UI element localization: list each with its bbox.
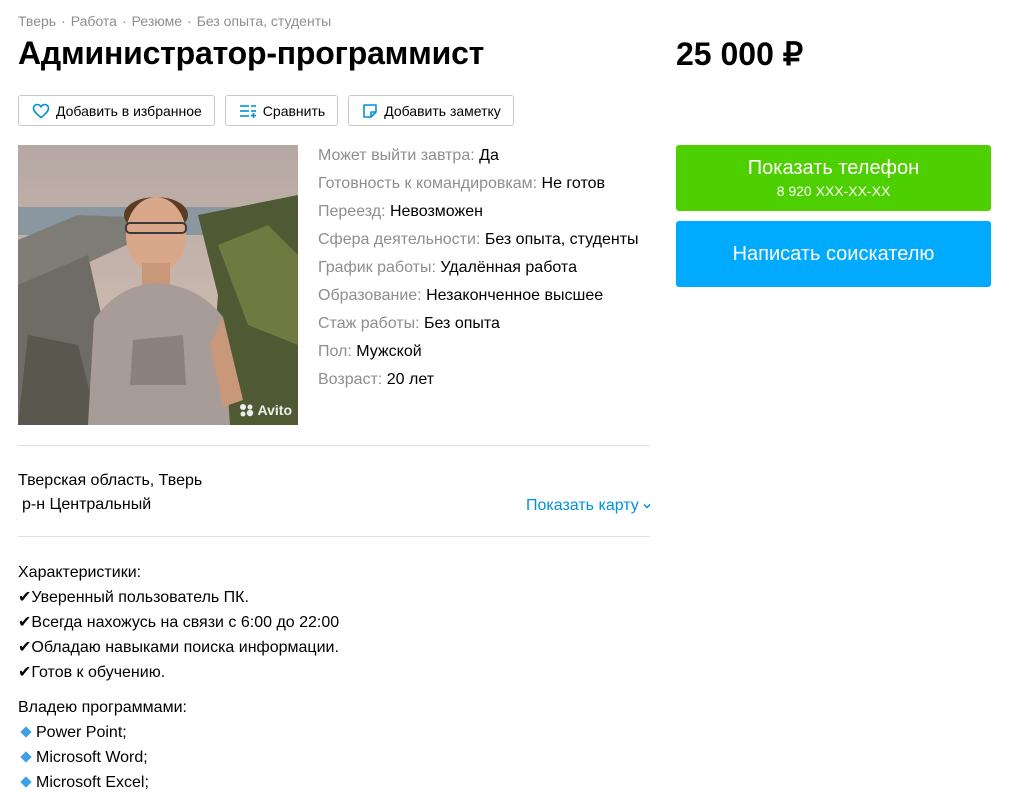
add-note-button[interactable]: Добавить заметку [348, 95, 514, 126]
breadcrumb: Тверь · Работа · Резюме · Без опыта, студен… [18, 13, 331, 29]
skill-text: Уверенный пользователь ПК. [31, 589, 249, 606]
program-text: Microsoft Word; [36, 749, 148, 766]
param-row: Образование: Незаконченное высшее [318, 286, 639, 314]
param-value: Да [479, 147, 499, 164]
breadcrumb-separator: · [61, 13, 66, 29]
breadcrumb-subcategory[interactable]: Резюме [132, 13, 182, 29]
avito-logo-icon [239, 404, 253, 417]
watermark-text: Avito [257, 402, 292, 418]
program-item: Microsoft Excel; [18, 770, 339, 795]
param-key: Стаж работы: [318, 315, 420, 332]
resume-params: Может выйти завтра: Да Готовность к кома… [318, 146, 639, 398]
param-row: График работы: Удалённая работа [318, 258, 639, 286]
param-key: Может выйти завтра: [318, 147, 475, 164]
add-to-favorites-button[interactable]: Добавить в избранное [18, 95, 215, 126]
param-value: Мужской [356, 343, 422, 360]
check-icon: ✔ [18, 589, 32, 606]
skill-item: ✔Готов к обучению. [18, 660, 339, 685]
param-key: Сфера деятельности: [318, 231, 481, 248]
address-block: Тверская область, Тверь р-н Центральный [18, 469, 202, 517]
add-note-label: Добавить заметку [384, 102, 501, 119]
description: Характеристики: ✔Уверенный пользователь … [18, 560, 339, 795]
check-icon: ✔ [18, 639, 32, 656]
param-value: Не готов [541, 175, 605, 192]
param-value: Без опыта, студенты [484, 231, 639, 248]
param-key: Пол: [318, 343, 352, 360]
param-value: Без опыта [423, 315, 500, 332]
check-icon: ✔ [18, 614, 32, 631]
write-to-applicant-button[interactable]: Написать соискателю [676, 221, 991, 287]
chevron-down-icon [643, 503, 651, 509]
param-value: Удалённая работа [440, 259, 577, 276]
param-row: Может выйти завтра: Да [318, 146, 639, 174]
show-map-link[interactable]: Показать карту [526, 497, 652, 515]
param-key: График работы: [318, 259, 436, 276]
compare-button[interactable]: Сравнить [224, 95, 339, 126]
param-row: Готовность к командировкам: Не готов [318, 174, 639, 202]
masked-phone: 8 920 XXX-XX-XX [776, 183, 891, 199]
breadcrumb-separator: · [187, 13, 192, 29]
address-region: Тверская область, Тверь [18, 472, 203, 489]
param-row: Переезд: Невозможен [318, 202, 639, 230]
param-key: Готовность к командировкам: [318, 175, 538, 192]
program-item: Microsoft Word; [18, 745, 339, 770]
skill-text: Обладаю навыками поиска информации. [31, 639, 339, 656]
skill-item: ✔Обладаю навыками поиска информации. [18, 635, 339, 660]
profile-photo[interactable]: Avito [18, 145, 298, 425]
param-key: Переезд: [318, 203, 386, 220]
skill-item: ✔Всегда нахожусь на связи с 6:00 до 22:0… [18, 610, 339, 635]
note-icon [363, 103, 377, 118]
avito-watermark: Avito [239, 402, 292, 418]
param-value: Невозможен [389, 203, 483, 220]
show-map-label: Показать карту [526, 497, 639, 514]
param-value: Незаконченное высшее [426, 287, 604, 304]
show-phone-label: Показать телефон [747, 157, 920, 179]
divider [18, 536, 650, 537]
param-row: Пол: Мужской [318, 342, 639, 370]
skill-text: Готов к обучению. [31, 664, 166, 681]
skill-item: ✔Уверенный пользователь ПК. [18, 585, 339, 610]
diamond-bullet-icon [20, 776, 32, 788]
breadcrumb-category[interactable]: Работа [71, 13, 117, 29]
program-item: Power Point; [18, 720, 339, 745]
diamond-bullet-icon [20, 751, 32, 763]
add-to-favorites-label: Добавить в избранное [56, 102, 202, 119]
breadcrumb-separator: · [121, 13, 127, 29]
param-key: Возраст: [318, 371, 383, 388]
price: 25 000 ₽ [676, 36, 804, 72]
compare-icon [239, 104, 256, 118]
breadcrumb-city[interactable]: Тверь [18, 13, 56, 29]
skills-title: Характеристики: [18, 564, 142, 581]
param-row: Сфера деятельности: Без опыта, студенты [318, 230, 639, 258]
address-district: р-н Центральный [22, 496, 152, 513]
breadcrumb-field[interactable]: Без опыта, студенты [197, 13, 332, 29]
param-value: 20 лет [386, 371, 435, 388]
diamond-bullet-icon [20, 726, 32, 738]
param-row: Стаж работы: Без опыта [318, 314, 639, 342]
skill-text: Всегда нахожусь на связи с 6:00 до 22:00 [31, 614, 340, 631]
program-text: Power Point; [36, 724, 127, 741]
portrait-image [18, 145, 298, 425]
param-row: Возраст: 20 лет [318, 370, 639, 398]
item-actions: Добавить в избранное Сравнить Добавить з… [18, 95, 514, 126]
heart-icon [32, 103, 50, 119]
check-icon: ✔ [18, 664, 32, 681]
program-text: Microsoft Excel; [36, 774, 149, 791]
param-key: Образование: [318, 287, 422, 304]
page-title: Администратор-программист [18, 35, 485, 71]
programs-title: Владею программами: [18, 699, 187, 716]
show-phone-button[interactable]: Показать телефон 8 920 XXX-XX-XX [676, 145, 991, 211]
divider [18, 445, 650, 446]
compare-label: Сравнить [262, 102, 326, 119]
